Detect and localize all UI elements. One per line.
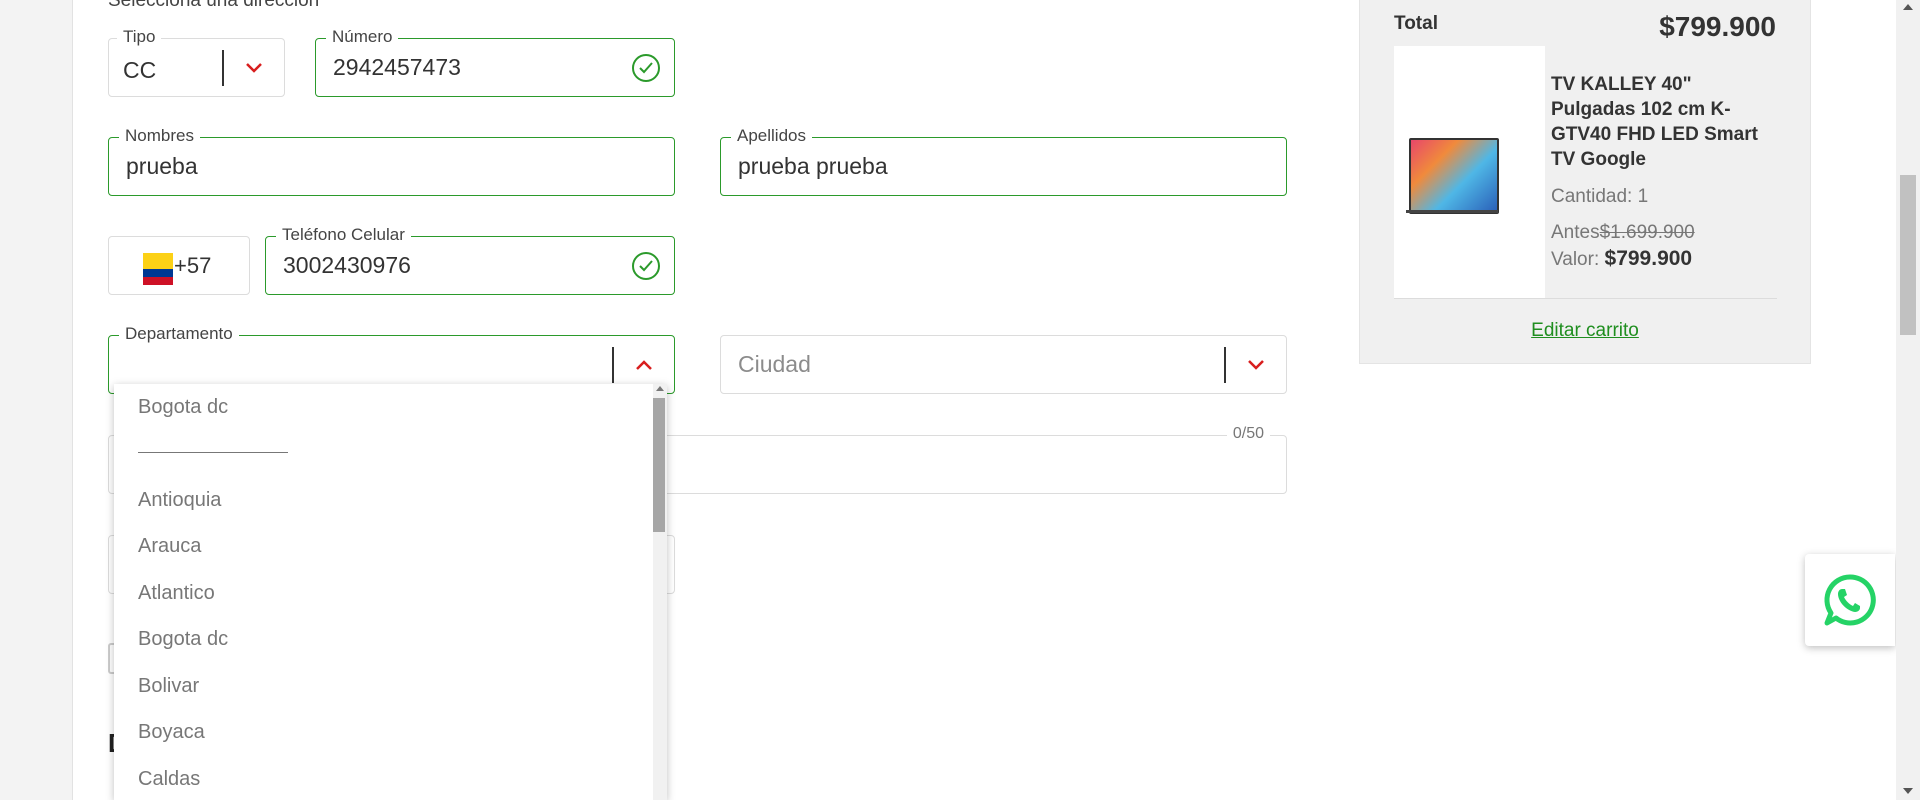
dropdown-option[interactable]: Arauca bbox=[138, 535, 201, 558]
check-circle-icon bbox=[632, 53, 660, 82]
whatsapp-icon bbox=[1824, 574, 1876, 626]
dropdown-option[interactable]: Boyaca bbox=[138, 721, 205, 744]
section-title: Selecciona una dirección bbox=[108, 0, 320, 11]
document-type-value: CC bbox=[123, 57, 157, 83]
last-name-field[interactable]: Apellidos prueba prueba bbox=[720, 126, 1287, 196]
first-name-value: prueba bbox=[126, 153, 198, 179]
city-select[interactable]: Ciudad bbox=[720, 335, 1287, 394]
dropdown-featured-option[interactable]: Bogota dc bbox=[138, 396, 228, 419]
mobile-phone-value: 3002430976 bbox=[283, 252, 411, 278]
select-separator bbox=[222, 49, 224, 86]
last-name-value: prueba prueba bbox=[738, 153, 888, 179]
product-before-price: Antes$1.699.900 bbox=[1551, 222, 1695, 244]
dropdown-option[interactable]: Atlantico bbox=[138, 582, 215, 605]
check-circle-icon bbox=[632, 251, 660, 280]
product-current-price: Valor: $799.900 bbox=[1551, 247, 1692, 271]
product-card: TV KALLEY 40" Pulgadas 102 cm K-GTV40 FH… bbox=[1394, 46, 1777, 299]
select-separator bbox=[1224, 346, 1226, 383]
document-number-value: 2942457473 bbox=[333, 54, 461, 80]
before-price: $1.699.900 bbox=[1599, 222, 1695, 243]
total-label: Total bbox=[1394, 13, 1438, 34]
mobile-phone-field[interactable]: Teléfono Celular 3002430976 bbox=[265, 225, 675, 295]
whatsapp-button[interactable] bbox=[1805, 554, 1895, 646]
total-value: $799.900 bbox=[1659, 11, 1776, 42]
first-name-field[interactable]: Nombres prueba bbox=[108, 126, 675, 196]
phone-prefix-value: +57 bbox=[174, 253, 212, 278]
dropdown-option[interactable]: Caldas bbox=[138, 768, 200, 791]
scroll-up-arrow-icon[interactable] bbox=[656, 386, 664, 391]
department-label: Departamento bbox=[119, 324, 239, 344]
department-dropdown-list[interactable]: Bogota dc Antioquia Arauca Atlantico Bog… bbox=[114, 384, 667, 800]
dropdown-divider bbox=[138, 452, 288, 453]
dropdown-option[interactable]: Bogota dc bbox=[138, 628, 228, 651]
dropdown-scrollbar-thumb[interactable] bbox=[653, 398, 665, 532]
scroll-down-arrow-icon[interactable] bbox=[1903, 788, 1913, 794]
product-quantity: Cantidad: 1 bbox=[1551, 186, 1649, 207]
document-number-field[interactable]: Número 2942457473 bbox=[315, 27, 675, 97]
before-label: Antes bbox=[1551, 222, 1600, 243]
page-scrollbar-thumb[interactable] bbox=[1900, 175, 1916, 335]
product-name: TV KALLEY 40" Pulgadas 102 cm K-GTV40 FH… bbox=[1551, 74, 1758, 170]
colombia-flag-icon bbox=[143, 253, 173, 285]
chevron-down-icon[interactable] bbox=[244, 62, 264, 74]
order-summary: Total $799.900 TV KALLEY 40" Pulgadas 10… bbox=[1359, 0, 1811, 364]
edit-cart-link[interactable]: Editar carrito bbox=[1360, 320, 1810, 342]
value-price: $799.900 bbox=[1604, 247, 1693, 270]
scroll-up-arrow-icon[interactable] bbox=[1903, 4, 1913, 10]
tv-screen-image bbox=[1409, 138, 1499, 214]
product-image bbox=[1394, 46, 1545, 298]
address-char-counter: 0/50 bbox=[1226, 424, 1270, 444]
phone-prefix-select[interactable]: +57 bbox=[108, 236, 250, 295]
tv-stand bbox=[1406, 210, 1498, 213]
page-scrollbar[interactable] bbox=[1896, 0, 1920, 800]
select-separator bbox=[612, 346, 614, 383]
dropdown-scrollbar[interactable] bbox=[653, 384, 667, 800]
document-type-select[interactable]: Tipo CC bbox=[108, 27, 285, 97]
city-placeholder: Ciudad bbox=[738, 351, 811, 377]
dropdown-option[interactable]: Bolivar bbox=[138, 675, 199, 698]
value-label: Valor: bbox=[1551, 249, 1600, 270]
chevron-up-icon[interactable] bbox=[634, 359, 654, 371]
chevron-down-icon[interactable] bbox=[1246, 359, 1266, 371]
dropdown-option[interactable]: Antioquia bbox=[138, 489, 221, 512]
